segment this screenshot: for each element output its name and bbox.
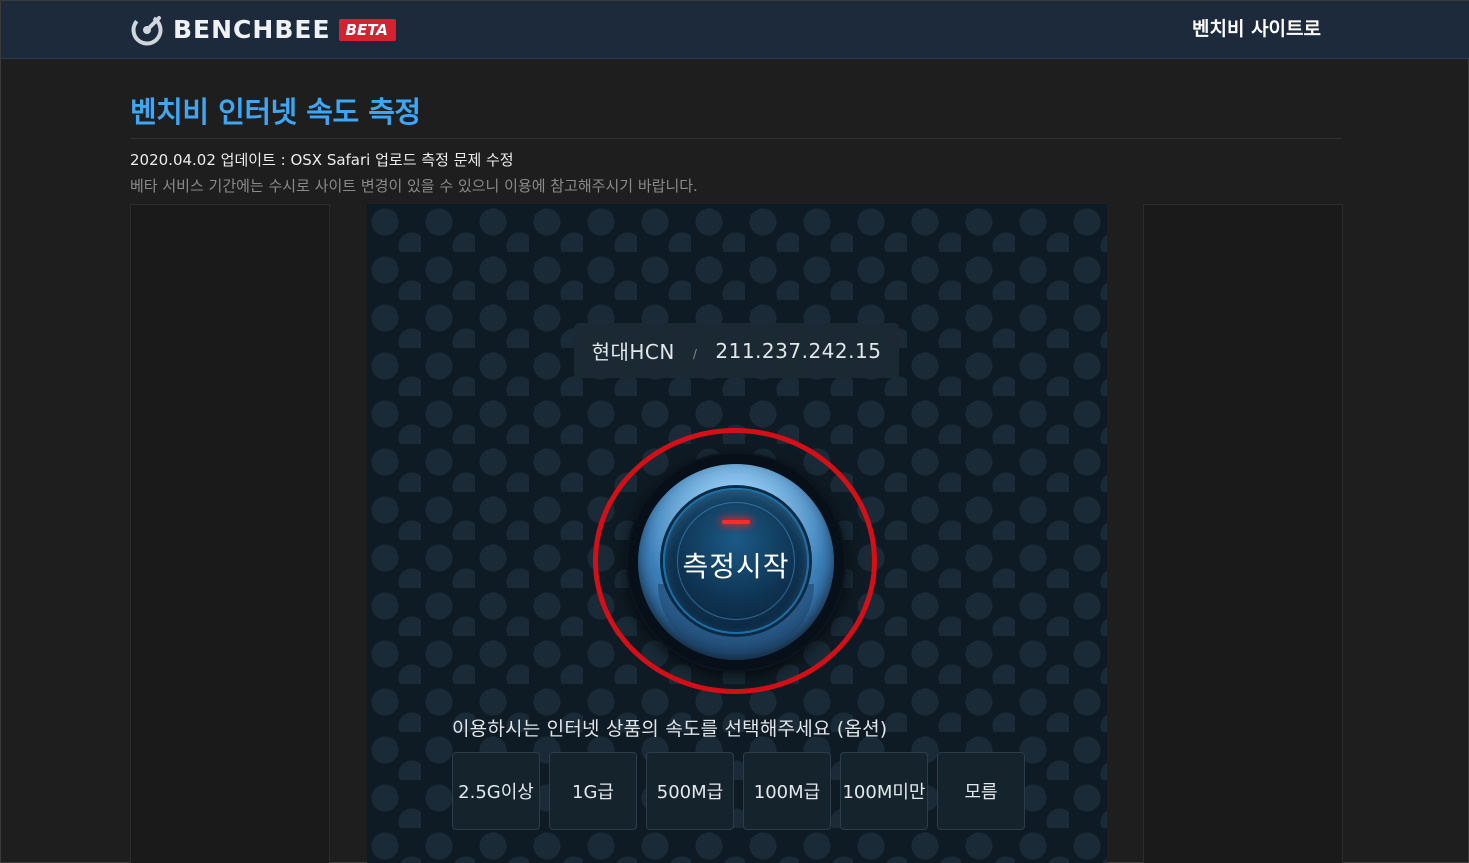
beta-badge: BETA bbox=[338, 19, 396, 41]
top-navigation-bar: BENCHBEE BETA 벤치비 사이트로 bbox=[1, 1, 1469, 59]
start-test-label: 측정시작 bbox=[682, 550, 790, 583]
beta-notice: 베타 서비스 기간에는 수시로 사이트 변경이 있을 수 있으니 이용에 참고해… bbox=[130, 177, 698, 195]
speed-option-unknown[interactable]: 모름 bbox=[937, 752, 1025, 830]
benchbee-logo[interactable]: BENCHBEE BETA bbox=[130, 12, 396, 48]
speed-option-group: 2.5G이상 1G급 500M급 100M급 100M미만 모름 bbox=[452, 752, 1025, 830]
update-notice: 2020.04.02 업데이트 : OSX Safari 업로드 측정 문제 수… bbox=[130, 151, 514, 169]
benchbee-site-link[interactable]: 벤치비 사이트로 bbox=[1192, 16, 1321, 42]
left-ad-panel bbox=[130, 204, 330, 863]
speed-option-1g[interactable]: 1G급 bbox=[549, 752, 637, 830]
info-separator: / bbox=[692, 346, 698, 361]
status-indicator-light bbox=[722, 520, 750, 524]
start-test-button[interactable]: 측정시작 bbox=[663, 488, 809, 634]
isp-name: 현대HCN bbox=[591, 340, 675, 364]
speedometer-icon bbox=[131, 14, 163, 46]
speed-option-100m[interactable]: 100M급 bbox=[743, 752, 831, 830]
title-divider bbox=[130, 138, 1342, 139]
speed-option-500m[interactable]: 500M급 bbox=[646, 752, 734, 830]
speed-select-label: 이용하시는 인터넷 상품의 속도를 선택해주세요 (옵션) bbox=[452, 718, 888, 740]
speed-test-panel: 현대HCN / 211.237.242.15 측정시작 이용하시는 인터넷 상품… bbox=[367, 204, 1107, 863]
connection-info: 현대HCN / 211.237.242.15 bbox=[574, 323, 899, 378]
right-ad-panel bbox=[1143, 204, 1343, 863]
logo-wordmark: BENCHBEE bbox=[173, 15, 331, 44]
speed-option-2-5g[interactable]: 2.5G이상 bbox=[452, 752, 540, 830]
ip-address: 211.237.242.15 bbox=[715, 338, 882, 363]
page-title: 벤치비 인터넷 속도 측정 bbox=[130, 95, 421, 129]
speed-option-under-100m[interactable]: 100M미만 bbox=[840, 752, 928, 830]
